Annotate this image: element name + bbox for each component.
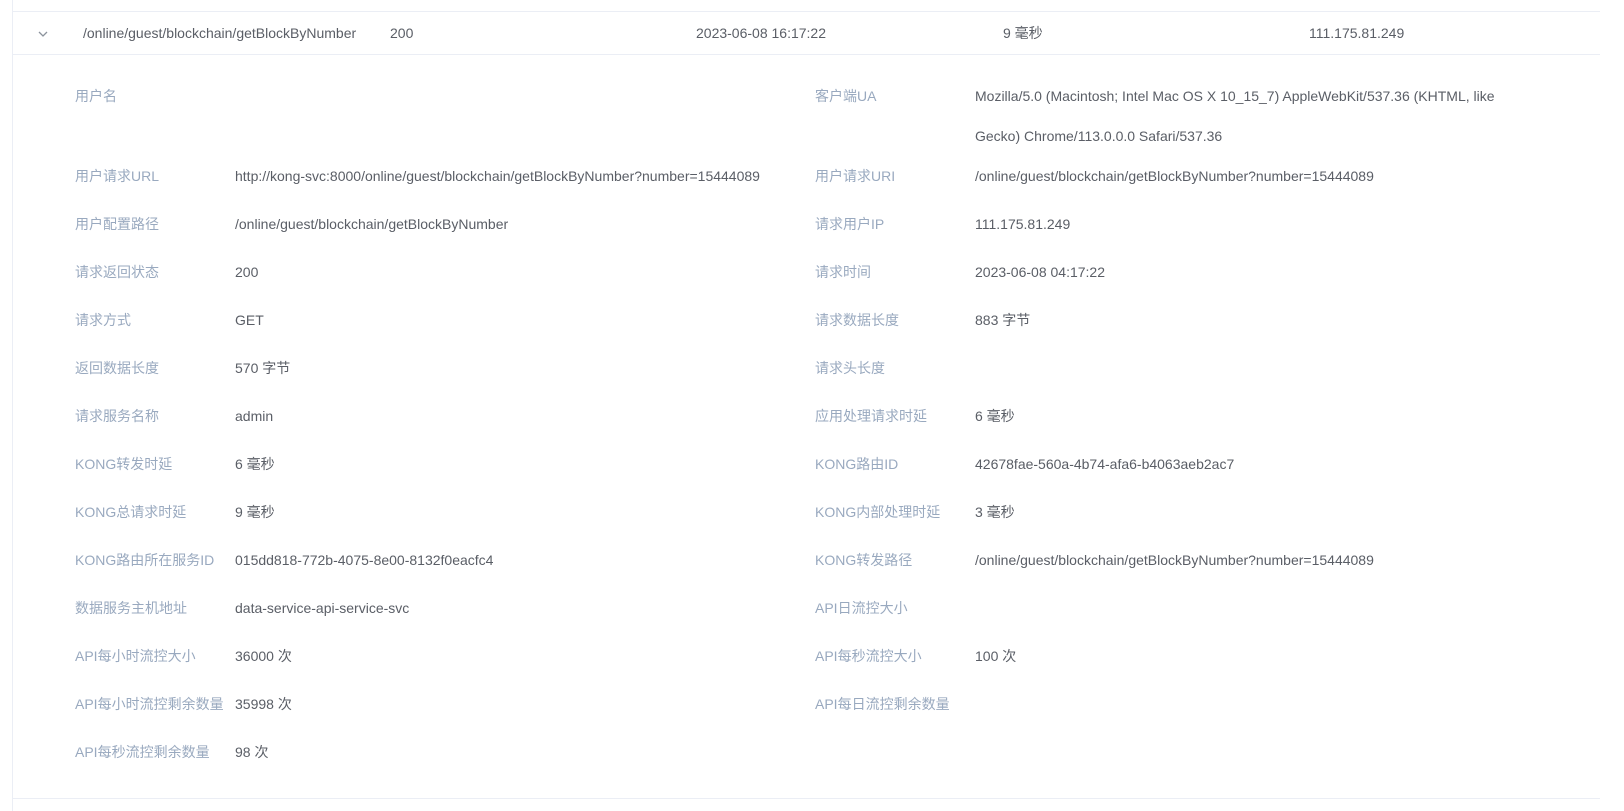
field-value: 883 字节 (975, 312, 1031, 328)
field-value: 6 毫秒 (235, 456, 275, 472)
field-label: 请求服务名称 (75, 408, 159, 424)
field-value: 3 毫秒 (975, 504, 1015, 520)
field-value: 015dd818-772b-4075-8e00-8132f0eacfc4 (235, 552, 494, 568)
field-value: 42678fae-560a-4b74-afa6-b4063aeb2ac7 (975, 456, 1235, 472)
field-value: 6 毫秒 (975, 408, 1015, 424)
field-value: 200 (235, 264, 259, 280)
field-label: API日流控大小 (815, 600, 908, 616)
field-value: 2023-06-08 04:17:22 (975, 264, 1105, 280)
field-label: 应用处理请求时延 (815, 408, 927, 424)
field-label: 请求头长度 (815, 360, 885, 376)
field-label: 请求方式 (75, 312, 131, 328)
field-label: 请求用户IP (815, 216, 885, 232)
row-divider (12, 54, 1600, 55)
field-label: KONG总请求时延 (75, 504, 187, 520)
field-label: KONG转发时延 (75, 456, 173, 472)
field-value: /online/guest/blockchain/getBlockByNumbe… (975, 552, 1374, 568)
field-label: API每秒流控剩余数量 (75, 744, 210, 760)
field-label: API每小时流控大小 (75, 648, 196, 664)
chevron-down-icon[interactable] (36, 27, 50, 41)
table-row[interactable]: /online/guest/blockchain/getBlockByNumbe… (12, 12, 1600, 54)
field-value: 36000 次 (235, 648, 292, 664)
bottom-divider (12, 798, 1600, 799)
field-value: 111.175.81.249 (975, 216, 1071, 232)
field-value: /online/guest/blockchain/getBlockByNumbe… (235, 216, 509, 232)
cell-time: 2023-06-08 16:17:22 (696, 25, 826, 41)
field-value: 570 字节 (235, 360, 291, 376)
field-label: 客户端UA (815, 88, 877, 104)
cell-path: /online/guest/blockchain/getBlockByNumbe… (83, 25, 357, 41)
field-value: 100 次 (975, 648, 1017, 664)
cell-status: 200 (390, 25, 414, 41)
field-label: 用户请求URI (815, 168, 896, 184)
field-value: data-service-api-service-svc (235, 600, 410, 616)
field-value: 98 次 (235, 744, 269, 760)
field-label: API每小时流控剩余数量 (75, 696, 224, 712)
field-value: admin (235, 408, 274, 424)
field-value: /online/guest/blockchain/getBlockByNumbe… (975, 168, 1374, 184)
field-label: 用户名 (75, 88, 117, 104)
field-label: 请求返回状态 (75, 264, 159, 280)
field-label: 用户配置路径 (75, 216, 159, 232)
field-label: API每日流控剩余数量 (815, 696, 950, 712)
field-label: KONG内部处理时延 (815, 504, 941, 520)
field-label: KONG转发路径 (815, 552, 913, 568)
field-value-ua: Mozilla/5.0 (Macintosh; Intel Mac OS X 1… (975, 88, 1495, 144)
field-label: 请求时间 (815, 264, 871, 280)
field-value: http://kong-svc:8000/online/guest/blockc… (235, 168, 760, 184)
field-value: 9 毫秒 (235, 504, 275, 520)
cell-latency: 9 毫秒 (1003, 25, 1043, 41)
field-label: API每秒流控大小 (815, 648, 922, 664)
field-value: GET (235, 312, 264, 328)
field-label: 数据服务主机地址 (75, 600, 187, 616)
field-label: KONG路由所在服务ID (75, 552, 215, 568)
field-label: 请求数据长度 (815, 312, 899, 328)
field-label: 用户请求URL (75, 168, 160, 184)
field-label: KONG路由ID (815, 456, 899, 472)
field-label: 返回数据长度 (75, 360, 159, 376)
field-value: 35998 次 (235, 696, 292, 712)
cell-ip: 111.175.81.249 (1309, 25, 1405, 41)
